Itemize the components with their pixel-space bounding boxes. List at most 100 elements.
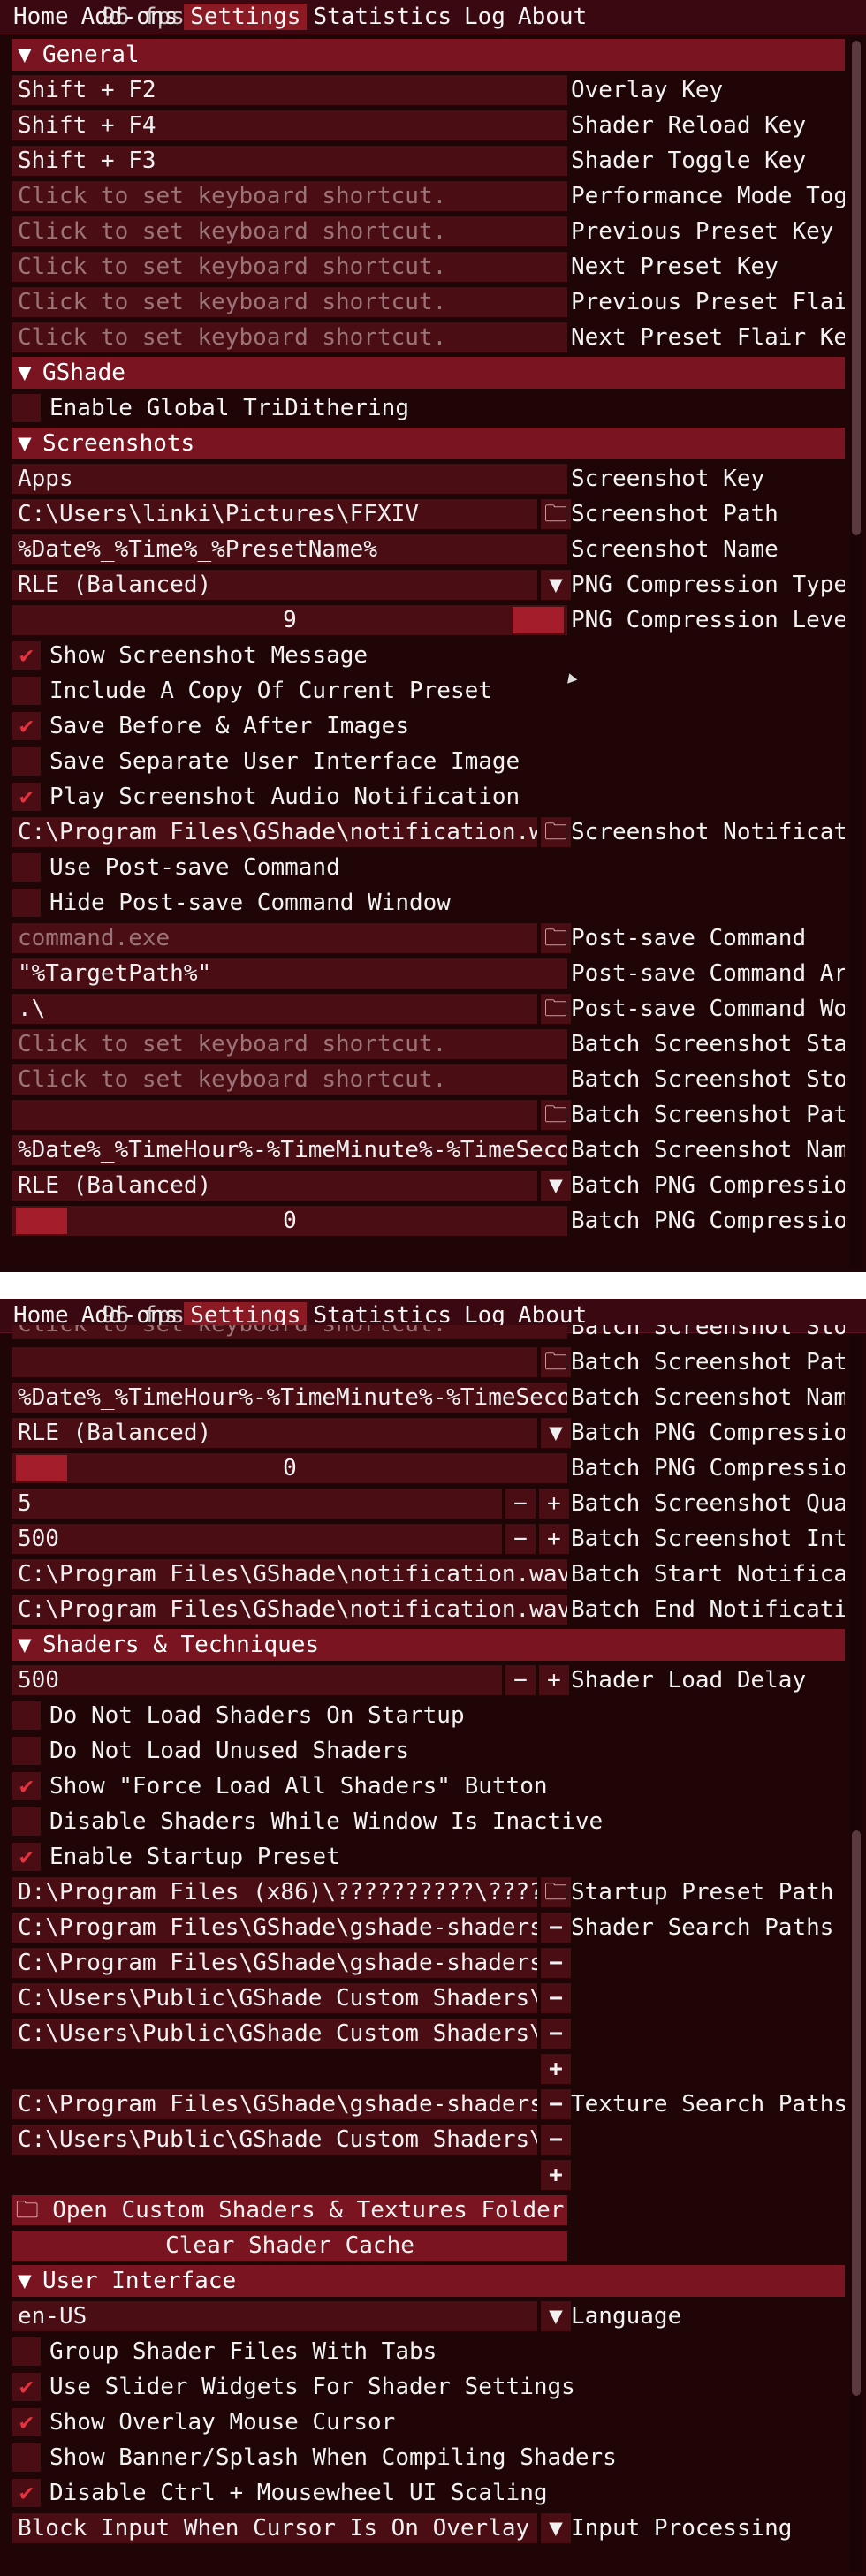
png-compression-type-select[interactable]: RLE (Balanced): [12, 570, 537, 600]
checkbox[interactable]: [12, 394, 41, 422]
checkbox[interactable]: [12, 2337, 41, 2366]
scrollbar[interactable]: [850, 1336, 862, 2572]
minus-icon[interactable]: −: [505, 1524, 536, 1554]
screenshot-key-field[interactable]: Apps: [12, 464, 567, 494]
hide-post-save-row[interactable]: Hide Post-save Command Window: [12, 885, 845, 921]
checkmark-icon[interactable]: ✔: [12, 2408, 41, 2436]
folder-icon[interactable]: 🗀: [541, 1100, 571, 1130]
shortcut-field[interactable]: Click to set keyboard shortcut.: [12, 252, 567, 282]
menu-log[interactable]: Log: [458, 4, 512, 30]
batch-name-input[interactable]: %Date%_%TimeHour%-%TimeMinute%-%TimeSeco…: [12, 1135, 567, 1165]
plus-icon[interactable]: +: [539, 1665, 569, 1695]
search-path-input[interactable]: C:\Program Files\GShade\gshade-shaders: [12, 1913, 537, 1943]
batch-stop-key-field[interactable]: Click to set keyboard shortcut.: [12, 1064, 567, 1095]
checkmark-icon[interactable]: ✔: [12, 2373, 41, 2401]
checkmark-icon[interactable]: ✔: [12, 1843, 41, 1871]
checkbox-row[interactable]: ✔ Use Slider Widgets For Shader Settings: [12, 2369, 845, 2405]
checkbox-row[interactable]: ✔ Show "Force Load All Shaders" Button: [12, 1769, 845, 1804]
plus-icon[interactable]: +: [541, 2160, 571, 2190]
search-path-input[interactable]: C:\Users\Public\GShade Custom Shaders\: [12, 2019, 537, 2049]
folder-icon[interactable]: 🗀: [541, 1347, 571, 1377]
checkmark-icon[interactable]: ✔: [12, 2479, 41, 2507]
batch-level-slider[interactable]: 0: [12, 1206, 567, 1236]
folder-icon[interactable]: 🗀: [541, 817, 571, 847]
shortcut-field[interactable]: Shift + F2: [12, 75, 567, 105]
shortcut-field[interactable]: Shift + F4: [12, 110, 567, 140]
folder-icon[interactable]: 🗀: [541, 994, 571, 1024]
scrollbar-thumb[interactable]: [852, 41, 861, 535]
screenshot-path-input[interactable]: C:\Users\linki\Pictures\FFXIV: [12, 499, 537, 529]
minus-icon[interactable]: −: [541, 1948, 571, 1978]
checkbox-row[interactable]: Save Separate User Interface Image: [12, 744, 845, 779]
scrollbar[interactable]: [850, 37, 862, 1269]
menu-statistics[interactable]: Statistics: [307, 4, 458, 30]
plus-icon[interactable]: +: [539, 1524, 569, 1554]
checkmark-icon[interactable]: ✔: [12, 641, 41, 670]
checkbox-row[interactable]: ✔ Enable Startup Preset: [12, 1839, 845, 1875]
checkbox-row[interactable]: Do Not Load Shaders On Startup: [12, 1698, 845, 1733]
plus-icon[interactable]: +: [541, 2054, 571, 2084]
open-custom-folder-button[interactable]: 🗀 Open Custom Shaders & Textures Folder: [12, 2195, 567, 2225]
folder-icon[interactable]: 🗀: [541, 1877, 571, 1907]
batch-start-key-field[interactable]: Click to set keyboard shortcut.: [12, 1029, 567, 1059]
post-save-dir-input[interactable]: .\: [12, 994, 537, 1024]
input-processing-select[interactable]: Block Input When Cursor Is On Overlay: [12, 2513, 537, 2543]
checkbox-row[interactable]: Show Banner/Splash When Compiling Shader…: [12, 2440, 845, 2475]
minus-icon[interactable]: −: [505, 1489, 536, 1519]
batch-name-input[interactable]: %Date%_%TimeHour%-%TimeMinute%-%TimeSeco…: [12, 1383, 567, 1413]
shortcut-field[interactable]: Click to set keyboard shortcut.: [12, 287, 567, 317]
chevron-down-icon[interactable]: ▼: [541, 1171, 571, 1201]
checkbox[interactable]: [12, 2443, 41, 2472]
screenshot-name-input[interactable]: %Date%_%Time%_%PresetName%: [12, 534, 567, 564]
checkbox-row[interactable]: Do Not Load Unused Shaders: [12, 1733, 845, 1769]
checkbox[interactable]: [12, 677, 41, 705]
checkmark-icon[interactable]: ✔: [12, 1772, 41, 1800]
checkbox-row[interactable]: ✔ Show Overlay Mouse Cursor: [12, 2405, 845, 2440]
checkmark-icon[interactable]: ✔: [12, 783, 41, 811]
clear-shader-cache-button[interactable]: Clear Shader Cache: [12, 2231, 567, 2261]
chevron-down-icon[interactable]: ▼: [541, 570, 571, 600]
menu-about[interactable]: About: [512, 4, 593, 30]
batch-level-slider[interactable]: 0: [12, 1453, 567, 1483]
minus-icon[interactable]: −: [541, 1983, 571, 2013]
checkbox-row[interactable]: ✔ Disable Ctrl + Mousewheel UI Scaling: [12, 2475, 845, 2511]
shortcut-field[interactable]: Click to set keyboard shortcut.: [12, 181, 567, 211]
png-compression-level-slider[interactable]: 9: [12, 605, 567, 635]
search-path-input[interactable]: C:\Users\Public\GShade Custom Shaders\: [12, 2125, 537, 2155]
folder-icon[interactable]: 🗀: [541, 499, 571, 529]
plus-icon[interactable]: +: [539, 1489, 569, 1519]
checkbox-row[interactable]: ✔ Play Screenshot Audio Notification: [12, 779, 845, 814]
shortcut-field[interactable]: Click to set keyboard shortcut.: [12, 216, 567, 246]
tri-dithering-row[interactable]: Enable Global TriDithering: [12, 390, 845, 426]
checkbox-row[interactable]: Group Shader Files With Tabs: [12, 2334, 845, 2369]
checkbox[interactable]: [12, 853, 41, 882]
post-save-command-input[interactable]: command.exe: [12, 923, 537, 953]
use-post-save-row[interactable]: Use Post-save Command: [12, 850, 845, 885]
batch-path-input[interactable]: [12, 1347, 537, 1377]
section-header-user-interface[interactable]: ▼ User Interface: [12, 2265, 845, 2297]
minus-icon[interactable]: −: [541, 1913, 571, 1943]
minus-icon[interactable]: −: [541, 2089, 571, 2119]
batch-end-notif-input[interactable]: C:\Program Files\GShade\notification.wav: [12, 1595, 567, 1625]
shortcut-field[interactable]: Shift + F3: [12, 146, 567, 176]
batch-interval-input[interactable]: 500: [12, 1524, 502, 1554]
search-path-input[interactable]: C:\Users\Public\GShade Custom Shaders\: [12, 1983, 537, 2013]
load-delay-input[interactable]: 500: [12, 1665, 502, 1695]
checkbox[interactable]: [12, 1701, 41, 1730]
language-select[interactable]: en-US: [12, 2301, 537, 2331]
checkbox-row[interactable]: Include A Copy Of Current Preset: [12, 673, 845, 708]
chevron-down-icon[interactable]: ▼: [541, 2301, 571, 2331]
folder-icon[interactable]: 🗀: [541, 923, 571, 953]
minus-icon[interactable]: −: [505, 1665, 536, 1695]
checkbox-row[interactable]: ✔ Show Screenshot Message: [12, 638, 845, 673]
post-save-args-input[interactable]: "%TargetPath%": [12, 958, 567, 989]
chevron-down-icon[interactable]: ▼: [541, 1418, 571, 1448]
checkbox[interactable]: [12, 889, 41, 917]
checkmark-icon[interactable]: ✔: [12, 712, 41, 740]
batch-path-input[interactable]: [12, 1100, 537, 1130]
section-header-shaders[interactable]: ▼ Shaders & Techniques: [12, 1629, 845, 1661]
menu-home[interactable]: Home: [7, 4, 75, 30]
scrollbar-thumb[interactable]: [852, 1830, 861, 2396]
search-path-input[interactable]: C:\Program Files\GShade\gshade-shaders: [12, 1948, 537, 1978]
batch-start-notif-input[interactable]: C:\Program Files\GShade\notification.wav: [12, 1559, 567, 1589]
